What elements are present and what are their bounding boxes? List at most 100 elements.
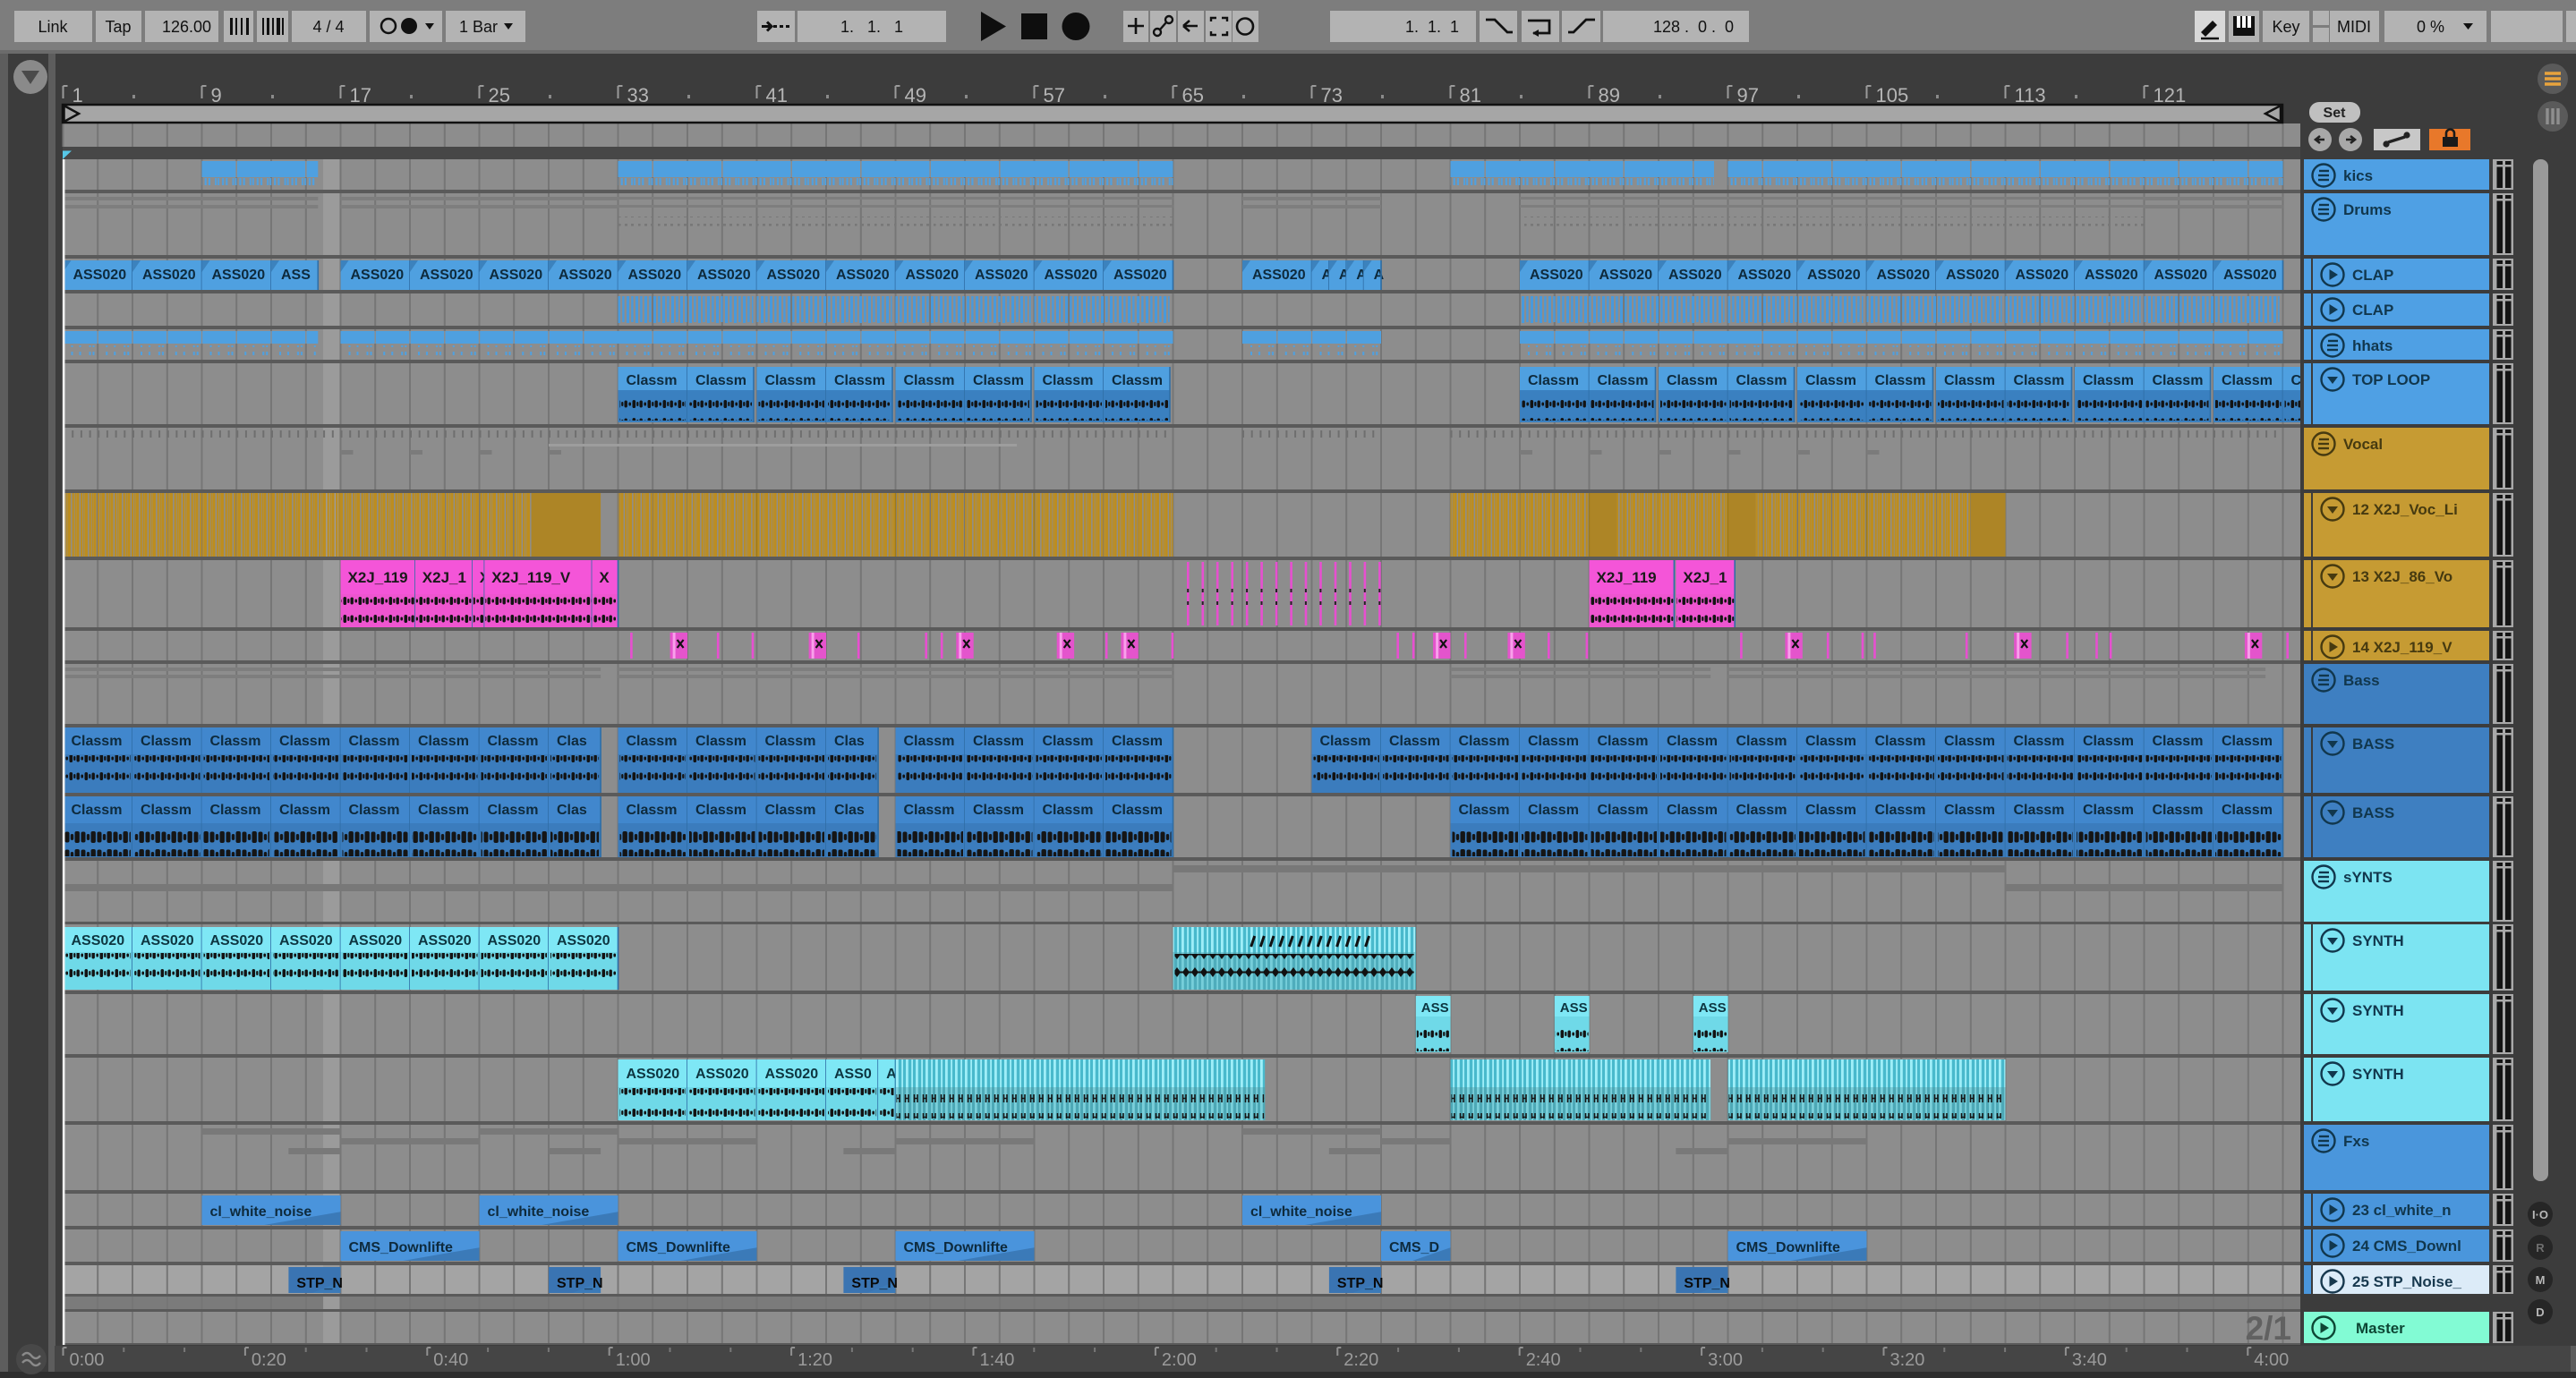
svg-text:Classm: Classm	[72, 734, 123, 749]
svg-text:Classm: Classm	[1805, 803, 1856, 818]
svg-text:ASS020: ASS020	[349, 933, 403, 948]
svg-text:33: 33	[627, 84, 649, 106]
svg-text:Classm: Classm	[2014, 373, 2065, 388]
svg-text:ASS020: ASS020	[1946, 268, 2000, 283]
svg-text:ASS020: ASS020	[1599, 268, 1653, 283]
svg-text:Classm: Classm	[627, 373, 678, 388]
svg-text:Classm: Classm	[1667, 734, 1718, 749]
svg-text:Classm: Classm	[1043, 373, 1094, 388]
svg-text:ASS: ASS	[281, 268, 311, 283]
svg-text:MIDI: MIDI	[2337, 18, 2371, 36]
svg-text:Classm: Classm	[1667, 803, 1718, 818]
svg-text:Classm: Classm	[1805, 734, 1856, 749]
svg-text:X2J_119: X2J_119	[1597, 569, 1657, 586]
svg-text:Fxs: Fxs	[2343, 1133, 2369, 1150]
svg-text:cl_white_noise: cl_white_noise	[488, 1204, 590, 1220]
svg-text:Master: Master	[2356, 1320, 2405, 1337]
svg-text:M: M	[2536, 1273, 2546, 1287]
svg-text:Classm: Classm	[279, 734, 330, 749]
svg-text:ASS020: ASS020	[212, 268, 266, 283]
svg-text:Classm: Classm	[1875, 734, 1926, 749]
svg-text:Classm: Classm	[2014, 803, 2065, 818]
svg-text:0:00: 0:00	[70, 1350, 105, 1370]
svg-text:24 CMS_Downl: 24 CMS_Downl	[2352, 1238, 2461, 1255]
svg-text:12 X2J_Voc_Li: 12 X2J_Voc_Li	[2352, 501, 2458, 518]
svg-text:CMS_D: CMS_D	[1389, 1240, 1439, 1255]
svg-text:Classm: Classm	[1875, 803, 1926, 818]
svg-text:CMS_Downlifte: CMS_Downlifte	[349, 1240, 454, 1255]
svg-text:1:00: 1:00	[616, 1350, 651, 1370]
svg-text:STP_N: STP_N	[1337, 1276, 1384, 1291]
svg-text:1: 1	[73, 84, 83, 106]
svg-text:0 %: 0 %	[2417, 18, 2444, 36]
svg-text:BASS: BASS	[2352, 736, 2394, 753]
svg-text:Classm: Classm	[1736, 373, 1787, 388]
svg-text:Classm: Classm	[627, 734, 678, 749]
svg-text:0:20: 0:20	[252, 1350, 286, 1370]
svg-text:126.00: 126.00	[162, 18, 211, 36]
svg-text:Classm: Classm	[2014, 734, 2065, 749]
svg-text:Vocal: Vocal	[2343, 436, 2383, 453]
svg-text:ASS020: ASS020	[418, 933, 472, 948]
svg-text:Classm: Classm	[1459, 803, 1510, 818]
svg-text:13 X2J_86_Vo: 13 X2J_86_Vo	[2352, 568, 2452, 585]
svg-text:Classm: Classm	[2222, 734, 2273, 749]
svg-text:CLAP: CLAP	[2352, 267, 2393, 284]
svg-text:Classm: Classm	[349, 734, 400, 749]
svg-text:Clas: Clas	[834, 734, 865, 749]
svg-text:Clas: Clas	[557, 803, 587, 818]
svg-text:97: 97	[1737, 84, 1759, 106]
svg-text:ASS020: ASS020	[2085, 268, 2138, 283]
svg-text:Classm: Classm	[1805, 373, 1856, 388]
svg-text:Classm: Classm	[2083, 734, 2134, 749]
svg-text:1. 1. 1: 1. 1. 1	[840, 18, 903, 36]
svg-text:Classm: Classm	[1043, 803, 1094, 818]
svg-text:Link: Link	[38, 18, 68, 36]
svg-text:ASS020: ASS020	[142, 268, 196, 283]
svg-text:Classm: Classm	[210, 803, 261, 818]
svg-text:X2J_119_V: X2J_119_V	[491, 569, 571, 586]
svg-text:Clas: Clas	[557, 734, 587, 749]
svg-text:CMS_Downlifte: CMS_Downlifte	[627, 1240, 731, 1255]
svg-text:ASS020: ASS020	[836, 268, 890, 283]
svg-text:X: X	[599, 569, 610, 586]
svg-text:81: 81	[1460, 84, 1481, 106]
svg-text:ASS: ASS	[1560, 1000, 1588, 1016]
svg-text:Classm: Classm	[488, 734, 539, 749]
svg-text:Classm: Classm	[2153, 734, 2204, 749]
svg-text:73: 73	[1321, 84, 1343, 106]
svg-text:Classm: Classm	[2083, 373, 2134, 388]
svg-text:1:20: 1:20	[798, 1350, 832, 1370]
svg-text:Classm: Classm	[1598, 734, 1649, 749]
svg-text:hhats: hhats	[2352, 337, 2393, 354]
svg-text:Classm: Classm	[1944, 803, 1995, 818]
svg-text:3:20: 3:20	[1890, 1350, 1925, 1370]
svg-text:4 / 4: 4 / 4	[312, 18, 344, 36]
svg-text:Classm: Classm	[1112, 803, 1163, 818]
svg-text:Classm: Classm	[72, 803, 123, 818]
svg-text:57: 57	[1044, 84, 1065, 106]
svg-text:1:40: 1:40	[980, 1350, 1015, 1370]
svg-text:49: 49	[905, 84, 926, 106]
svg-text:Classm: Classm	[1112, 373, 1163, 388]
svg-text:kics: kics	[2343, 167, 2373, 184]
svg-text:23 cl_white_n: 23 cl_white_n	[2352, 1202, 2452, 1219]
svg-text:Classm: Classm	[2222, 373, 2273, 388]
svg-text:ASS020: ASS020	[279, 933, 333, 948]
svg-text:Classm: Classm	[488, 803, 539, 818]
svg-text:Classm: Classm	[1736, 734, 1787, 749]
svg-text:ASS020: ASS020	[1738, 268, 1792, 283]
svg-text:Classm: Classm	[1043, 734, 1094, 749]
svg-text:CMS_Downlifte: CMS_Downlifte	[1736, 1240, 1841, 1255]
svg-text:Classm: Classm	[141, 803, 192, 818]
svg-text:Classm: Classm	[904, 803, 955, 818]
svg-text:BASS: BASS	[2352, 804, 2394, 821]
svg-text:cl_white_noise: cl_white_noise	[210, 1204, 312, 1220]
svg-text:113: 113	[2015, 84, 2046, 106]
svg-text:ASS: ASS	[1421, 1000, 1449, 1016]
svg-text:Classm: Classm	[1112, 734, 1163, 749]
svg-text:D: D	[2536, 1306, 2544, 1319]
svg-text:R: R	[2536, 1241, 2545, 1255]
svg-text:ASS020: ASS020	[557, 933, 610, 948]
svg-text:Classm: Classm	[834, 373, 885, 388]
